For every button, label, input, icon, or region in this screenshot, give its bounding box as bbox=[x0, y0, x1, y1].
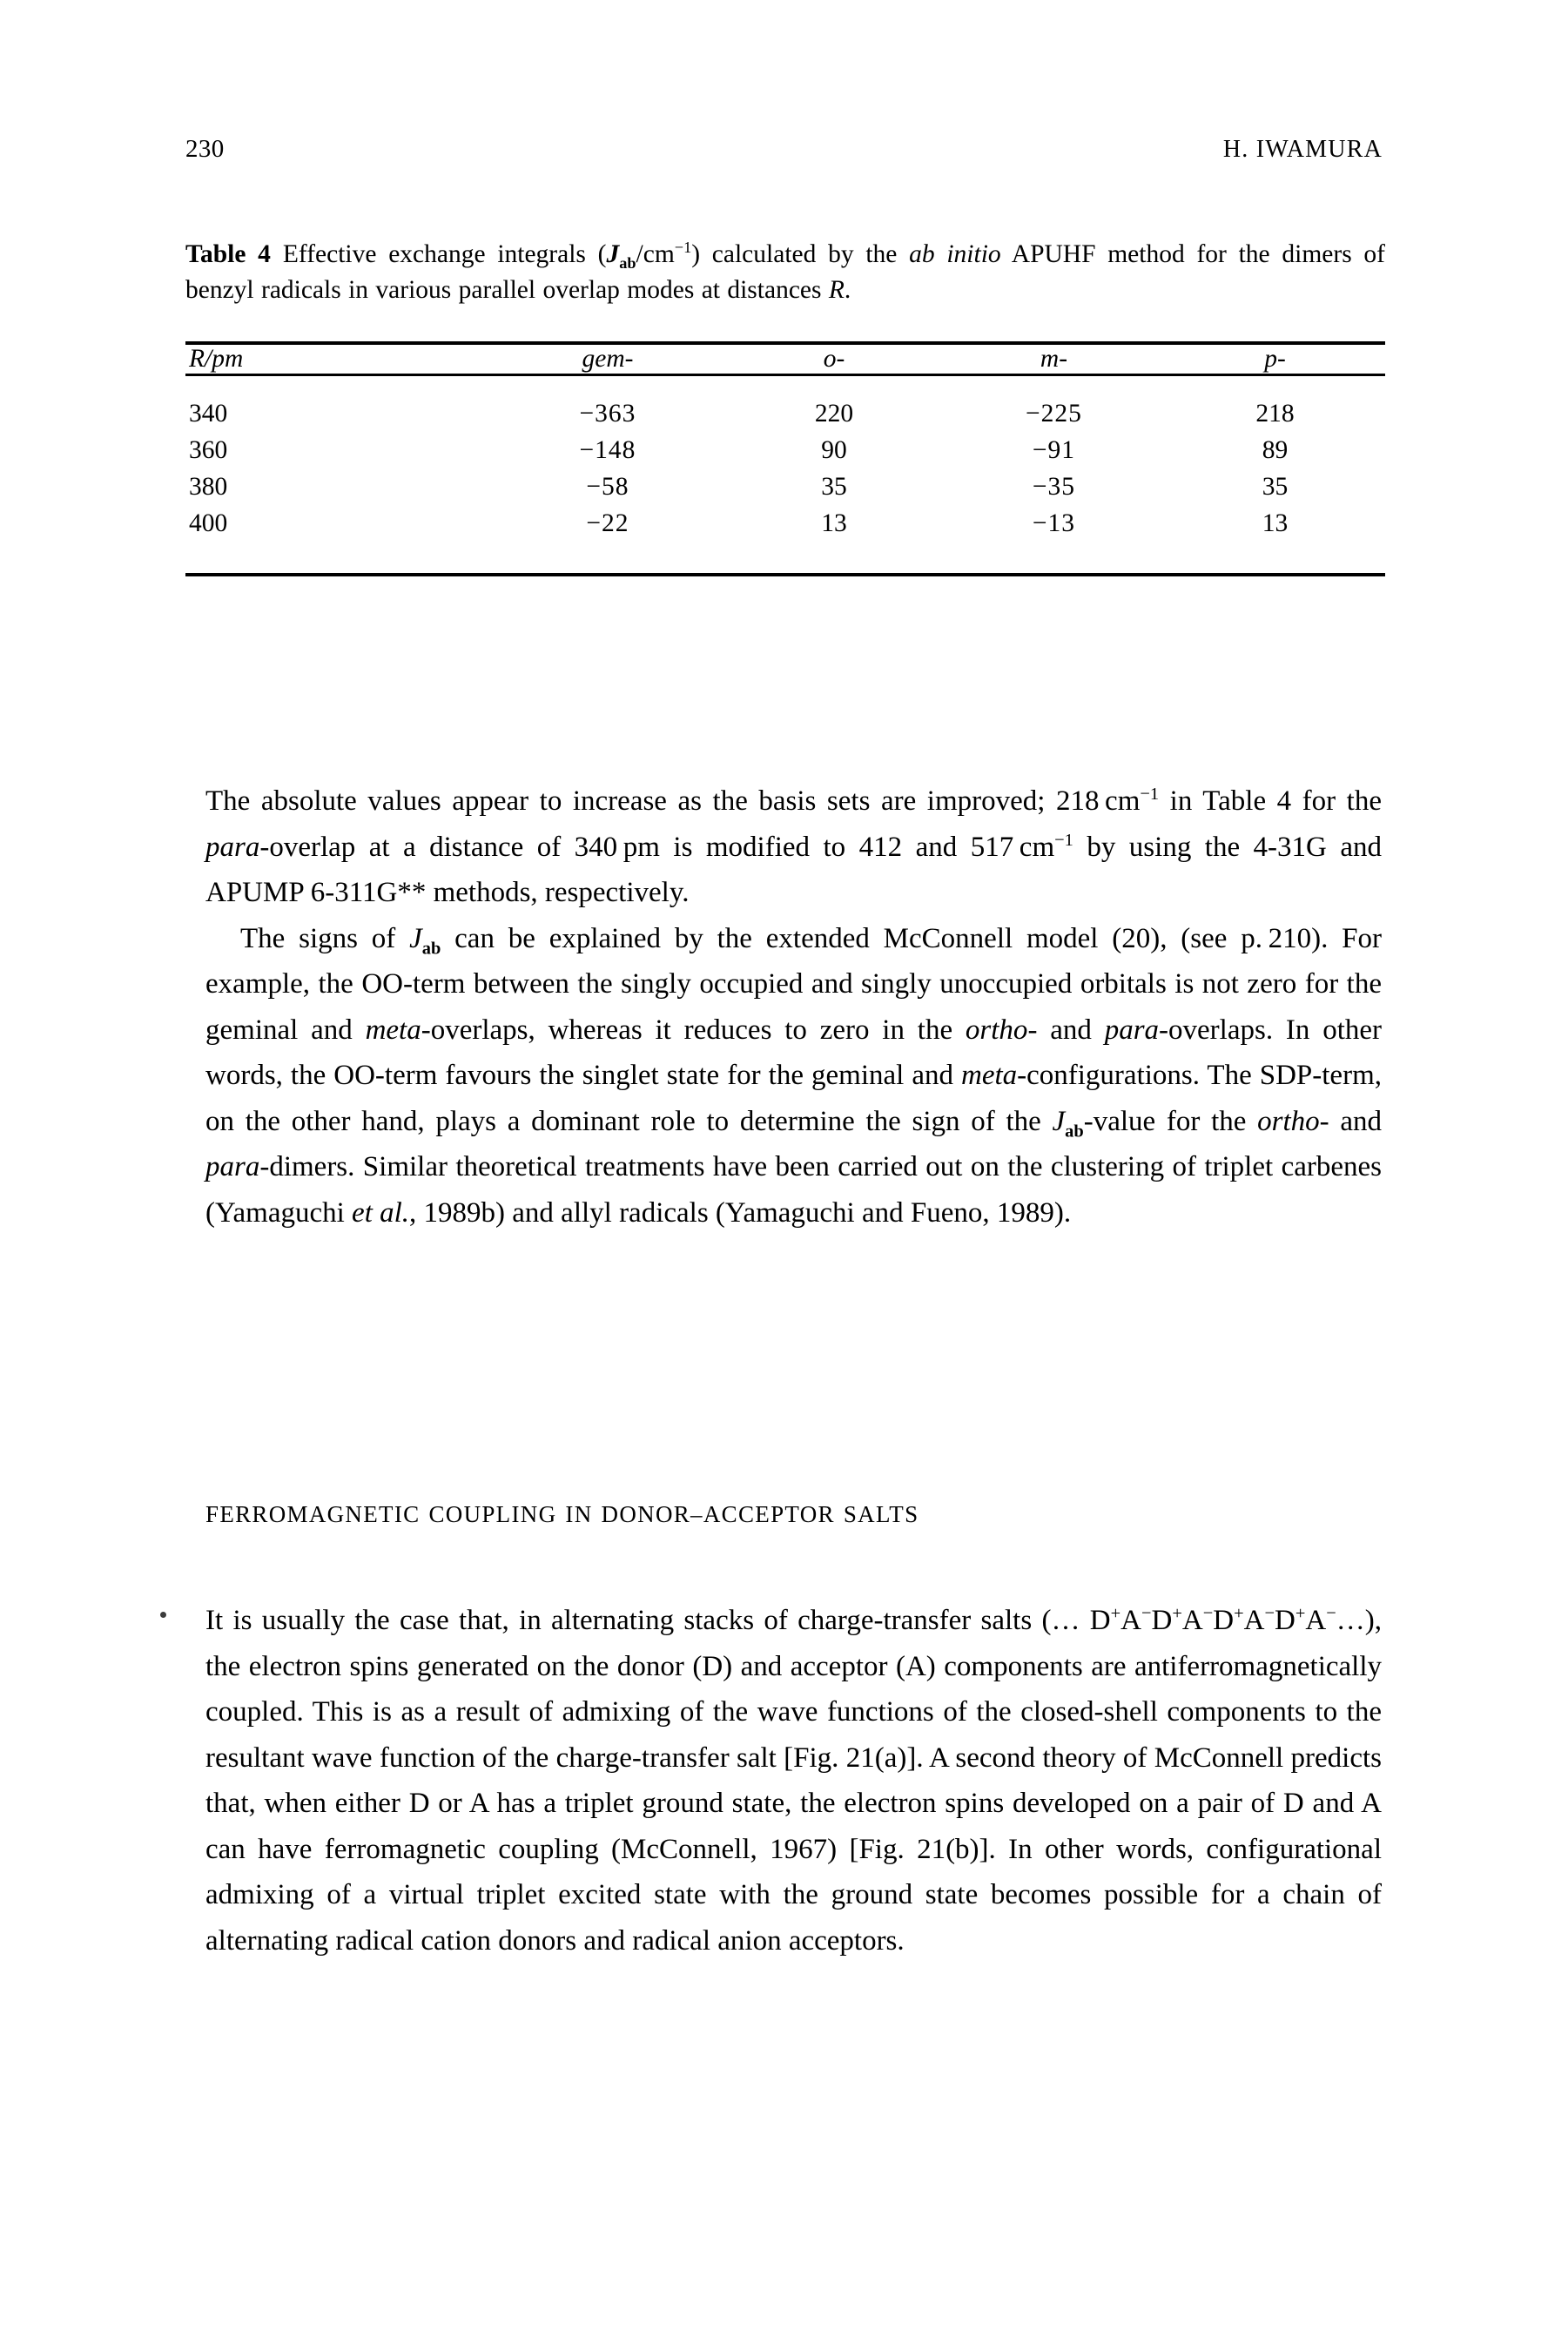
cell-meta: −35 bbox=[1032, 473, 1076, 501]
p1-italic-para: para bbox=[205, 831, 260, 863]
cell-ortho: 35 bbox=[821, 473, 847, 501]
p3-text-2: …), the electron spins generated on the … bbox=[205, 1605, 1382, 1957]
p2-text-4: - and bbox=[1027, 1014, 1105, 1046]
p2-italic-para-2: para bbox=[205, 1151, 260, 1182]
table-row: 340 −363 220 −225 218 bbox=[185, 395, 1385, 432]
p2-italic-ortho-2: ortho bbox=[1257, 1105, 1320, 1137]
column-header-ortho: o- bbox=[823, 345, 845, 373]
paragraph-1: The absolute values appear to increase a… bbox=[205, 778, 1382, 916]
p1-exponent-2: −1 bbox=[1054, 830, 1073, 850]
table-caption-text-1: Effective exchange integrals ( bbox=[282, 240, 607, 268]
p3-charge-minus-1: − bbox=[1141, 1604, 1152, 1623]
p3-acceptor-3: A bbox=[1243, 1605, 1265, 1636]
table-caption-unit-exponent: −1 bbox=[674, 239, 692, 257]
cell-r-pm: 340 bbox=[189, 400, 228, 428]
table-header-row: R/pm gem- o- m- p- bbox=[185, 345, 1385, 375]
body-text-lower: It is usually the case that, in alternat… bbox=[205, 1598, 1382, 1964]
p2-text-3: -overlaps, whereas it reduces to zero in… bbox=[421, 1014, 966, 1046]
p2-symbol-j-2: J bbox=[1052, 1105, 1066, 1137]
p2-italic-meta-1: meta bbox=[365, 1014, 421, 1046]
p3-donor-2: D bbox=[1151, 1605, 1173, 1636]
p2-italic-et-al: et al. bbox=[352, 1196, 410, 1229]
p2-subscript-ab-2: ab bbox=[1065, 1122, 1084, 1142]
p3-acceptor-4: A bbox=[1305, 1605, 1327, 1636]
p2-symbol-j: J bbox=[409, 922, 422, 954]
table-row: 360 −148 90 −91 89 bbox=[185, 432, 1385, 468]
cell-para: 13 bbox=[1262, 509, 1289, 537]
p2-italic-para-1: para bbox=[1104, 1014, 1160, 1046]
table-rule-bottom bbox=[185, 573, 1385, 578]
cell-r-pm: 400 bbox=[189, 509, 228, 537]
cell-ortho: 90 bbox=[821, 436, 847, 464]
cell-gem: −148 bbox=[579, 436, 636, 464]
p2-text-8: - and bbox=[1319, 1105, 1383, 1137]
paragraph-2: The signs of Jab can be explained by the… bbox=[205, 916, 1382, 1236]
p2-text-10: , 1989b) and allyl radicals (Yamaguchi a… bbox=[409, 1196, 1072, 1229]
p3-donor-4: D bbox=[1275, 1605, 1295, 1636]
p2-text-1: The signs of bbox=[240, 922, 410, 954]
p3-donor-3: D bbox=[1213, 1605, 1235, 1636]
p1-text-2: in Table 4 for the bbox=[1159, 785, 1382, 817]
document-page: 230 H. IWAMURA Table 4 Effective exchange… bbox=[0, 0, 1568, 2351]
p2-italic-meta-2: meta bbox=[960, 1060, 1018, 1091]
table-caption-symbol-j: J bbox=[606, 240, 620, 268]
cell-gem: −22 bbox=[586, 509, 629, 537]
p1-text-3: -overlap at a distance of 340 pm is modi… bbox=[259, 831, 1055, 863]
p1-exponent-1: −1 bbox=[1140, 785, 1160, 804]
p3-acceptor-2: A bbox=[1181, 1605, 1203, 1636]
p2-italic-ortho-1: ortho bbox=[965, 1014, 1028, 1046]
exchange-integrals-table: R/pm gem- o- m- p- 340 −363 220 −225 218 bbox=[185, 341, 1385, 578]
p3-charge-plus-4: + bbox=[1295, 1604, 1306, 1623]
section-heading: FERROMAGNETIC COUPLING IN DONOR–ACCEPTOR… bbox=[205, 1501, 919, 1527]
table-block: Table 4 Effective exchange integrals (Jab… bbox=[185, 237, 1385, 578]
p1-text-1: The absolute values appear to increase a… bbox=[205, 785, 1141, 817]
cell-gem: −58 bbox=[586, 473, 629, 501]
table-caption-unit: /cm bbox=[636, 240, 675, 268]
table-caption-ab-initio: ab initio bbox=[909, 240, 1001, 268]
cell-gem: −363 bbox=[579, 400, 636, 428]
p3-charge-plus-3: + bbox=[1234, 1604, 1244, 1623]
table-caption-subscript-ab: ab bbox=[619, 253, 636, 272]
page-number: 230 bbox=[185, 135, 225, 163]
cell-meta: −91 bbox=[1032, 436, 1076, 464]
p3-charge-plus-1: + bbox=[1110, 1604, 1121, 1623]
column-header-meta: m- bbox=[1040, 345, 1068, 373]
p3-charge-minus-2: − bbox=[1202, 1604, 1214, 1623]
cell-meta: −13 bbox=[1032, 509, 1076, 537]
cell-r-pm: 360 bbox=[189, 436, 228, 464]
cell-meta: −225 bbox=[1026, 400, 1082, 428]
column-header-para: p- bbox=[1264, 345, 1286, 373]
running-head: 230 H. IWAMURA bbox=[185, 135, 1383, 164]
table-caption-period: . bbox=[844, 276, 851, 304]
table-caption-text-2: ) calculated by the bbox=[691, 240, 910, 268]
p3-text-1: It is usually the case that, in alternat… bbox=[205, 1605, 1111, 1636]
column-header-gem: gem- bbox=[582, 345, 634, 373]
column-header-r-pm: R/pm bbox=[189, 345, 244, 373]
p3-charge-plus-2: + bbox=[1172, 1604, 1182, 1623]
p2-subscript-ab: ab bbox=[421, 939, 441, 959]
table-label: Table 4 bbox=[185, 240, 271, 268]
scan-artifact-speck bbox=[160, 1612, 166, 1618]
cell-r-pm: 380 bbox=[189, 473, 228, 501]
running-head-author: H. IWAMURA bbox=[1222, 136, 1383, 163]
paragraph-3: It is usually the case that, in alternat… bbox=[205, 1598, 1382, 1964]
p3-charge-minus-4: − bbox=[1326, 1604, 1336, 1623]
table-caption: Table 4 Effective exchange integrals (Jab… bbox=[185, 237, 1385, 308]
body-text-upper: The absolute values appear to increase a… bbox=[205, 778, 1382, 1236]
table-spacer bbox=[185, 376, 1385, 395]
cell-para: 89 bbox=[1262, 436, 1289, 464]
p3-acceptor-1: A bbox=[1120, 1605, 1141, 1636]
table-row: 380 −58 35 −35 35 bbox=[185, 468, 1385, 505]
p2-text-7: -value for the bbox=[1083, 1105, 1258, 1137]
cell-para: 218 bbox=[1255, 400, 1295, 428]
p3-charge-minus-3: − bbox=[1264, 1604, 1275, 1623]
table-caption-symbol-r: R bbox=[828, 276, 845, 304]
cell-para: 35 bbox=[1262, 473, 1289, 501]
cell-ortho: 220 bbox=[814, 400, 854, 428]
table-row: 400 −22 13 −13 13 bbox=[185, 505, 1385, 542]
table-spacer bbox=[185, 542, 1385, 575]
cell-ortho: 13 bbox=[821, 509, 847, 537]
